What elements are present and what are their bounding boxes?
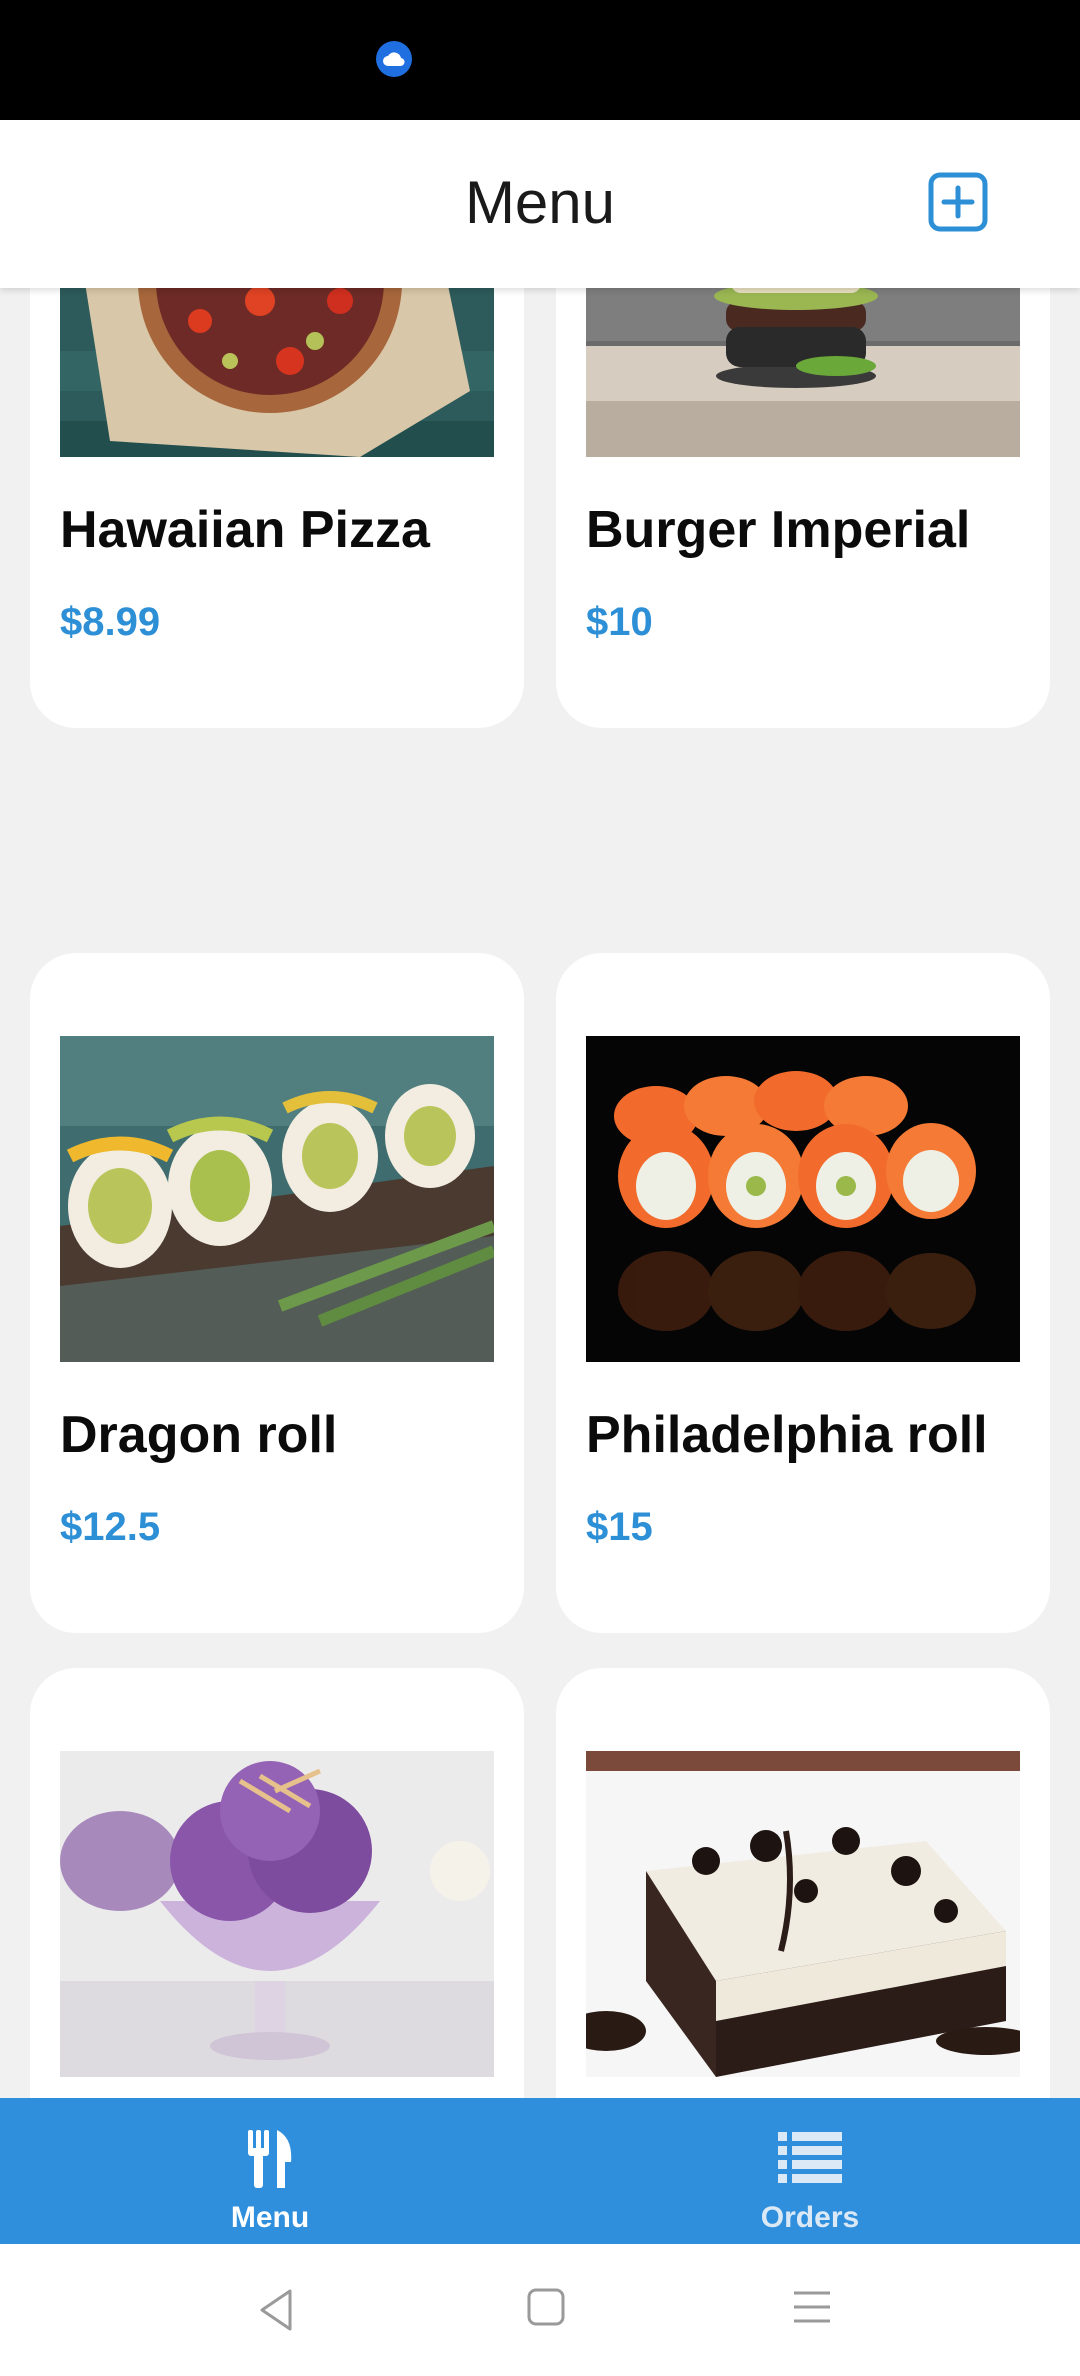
menu-item-card[interactable] [30,1668,524,2098]
nav-orders[interactable]: Orders [540,2098,1080,2244]
add-square-icon [928,172,988,232]
status-bar [0,0,1080,120]
back-icon[interactable] [256,2287,296,2333]
nav-orders-label: Orders [760,2201,860,2234]
menu-item-card[interactable]: Philadelphia roll $15 [556,953,1050,1633]
burger-photo [586,288,1020,457]
cloud-icon [376,41,412,77]
menu-item-name: Hawaiian Pizza [60,501,430,559]
menu-item-name: Philadelphia roll [586,1406,988,1464]
menu-item-price: $8.99 [60,600,161,644]
ube-ice-cream-photo [60,1751,494,2077]
menu-item-card[interactable]: Burger Imperial $10 [556,288,1050,728]
menu-item-price: $12.5 [60,1505,161,1549]
dragon-roll-photo [60,1036,494,1362]
page-title: Menu [464,169,616,236]
menu-item-name: Dragon roll [60,1406,338,1464]
list-icon [778,2132,842,2183]
fork-knife-icon [248,2130,292,2188]
menu-item-price: $10 [586,600,653,644]
nav-menu-label: Menu [230,2201,310,2234]
menu-grid: Hawaiian Pizza $8.99 Burger Imperial $10 [0,288,1080,2098]
menu-item-name: Burger Imperial [586,501,971,559]
bottom-nav: Menu Orders [0,2098,1080,2244]
recents-icon[interactable] [792,2287,832,2327]
philadelphia-roll-photo [586,1036,1020,1362]
menu-item-price: $15 [586,1505,653,1549]
pizza-photo [60,288,494,457]
menu-item-card[interactable]: Hawaiian Pizza $8.99 [30,288,524,728]
menu-item-card[interactable]: Dragon roll $12.5 [30,953,524,1633]
add-item-button[interactable] [926,170,990,234]
app-header: Menu [0,120,1080,288]
home-icon[interactable] [526,2287,566,2327]
system-nav-bar [0,2244,1080,2376]
nav-menu[interactable]: Menu [0,2098,540,2244]
menu-item-card[interactable] [556,1668,1050,2098]
oreo-cake-photo [586,1751,1020,2077]
